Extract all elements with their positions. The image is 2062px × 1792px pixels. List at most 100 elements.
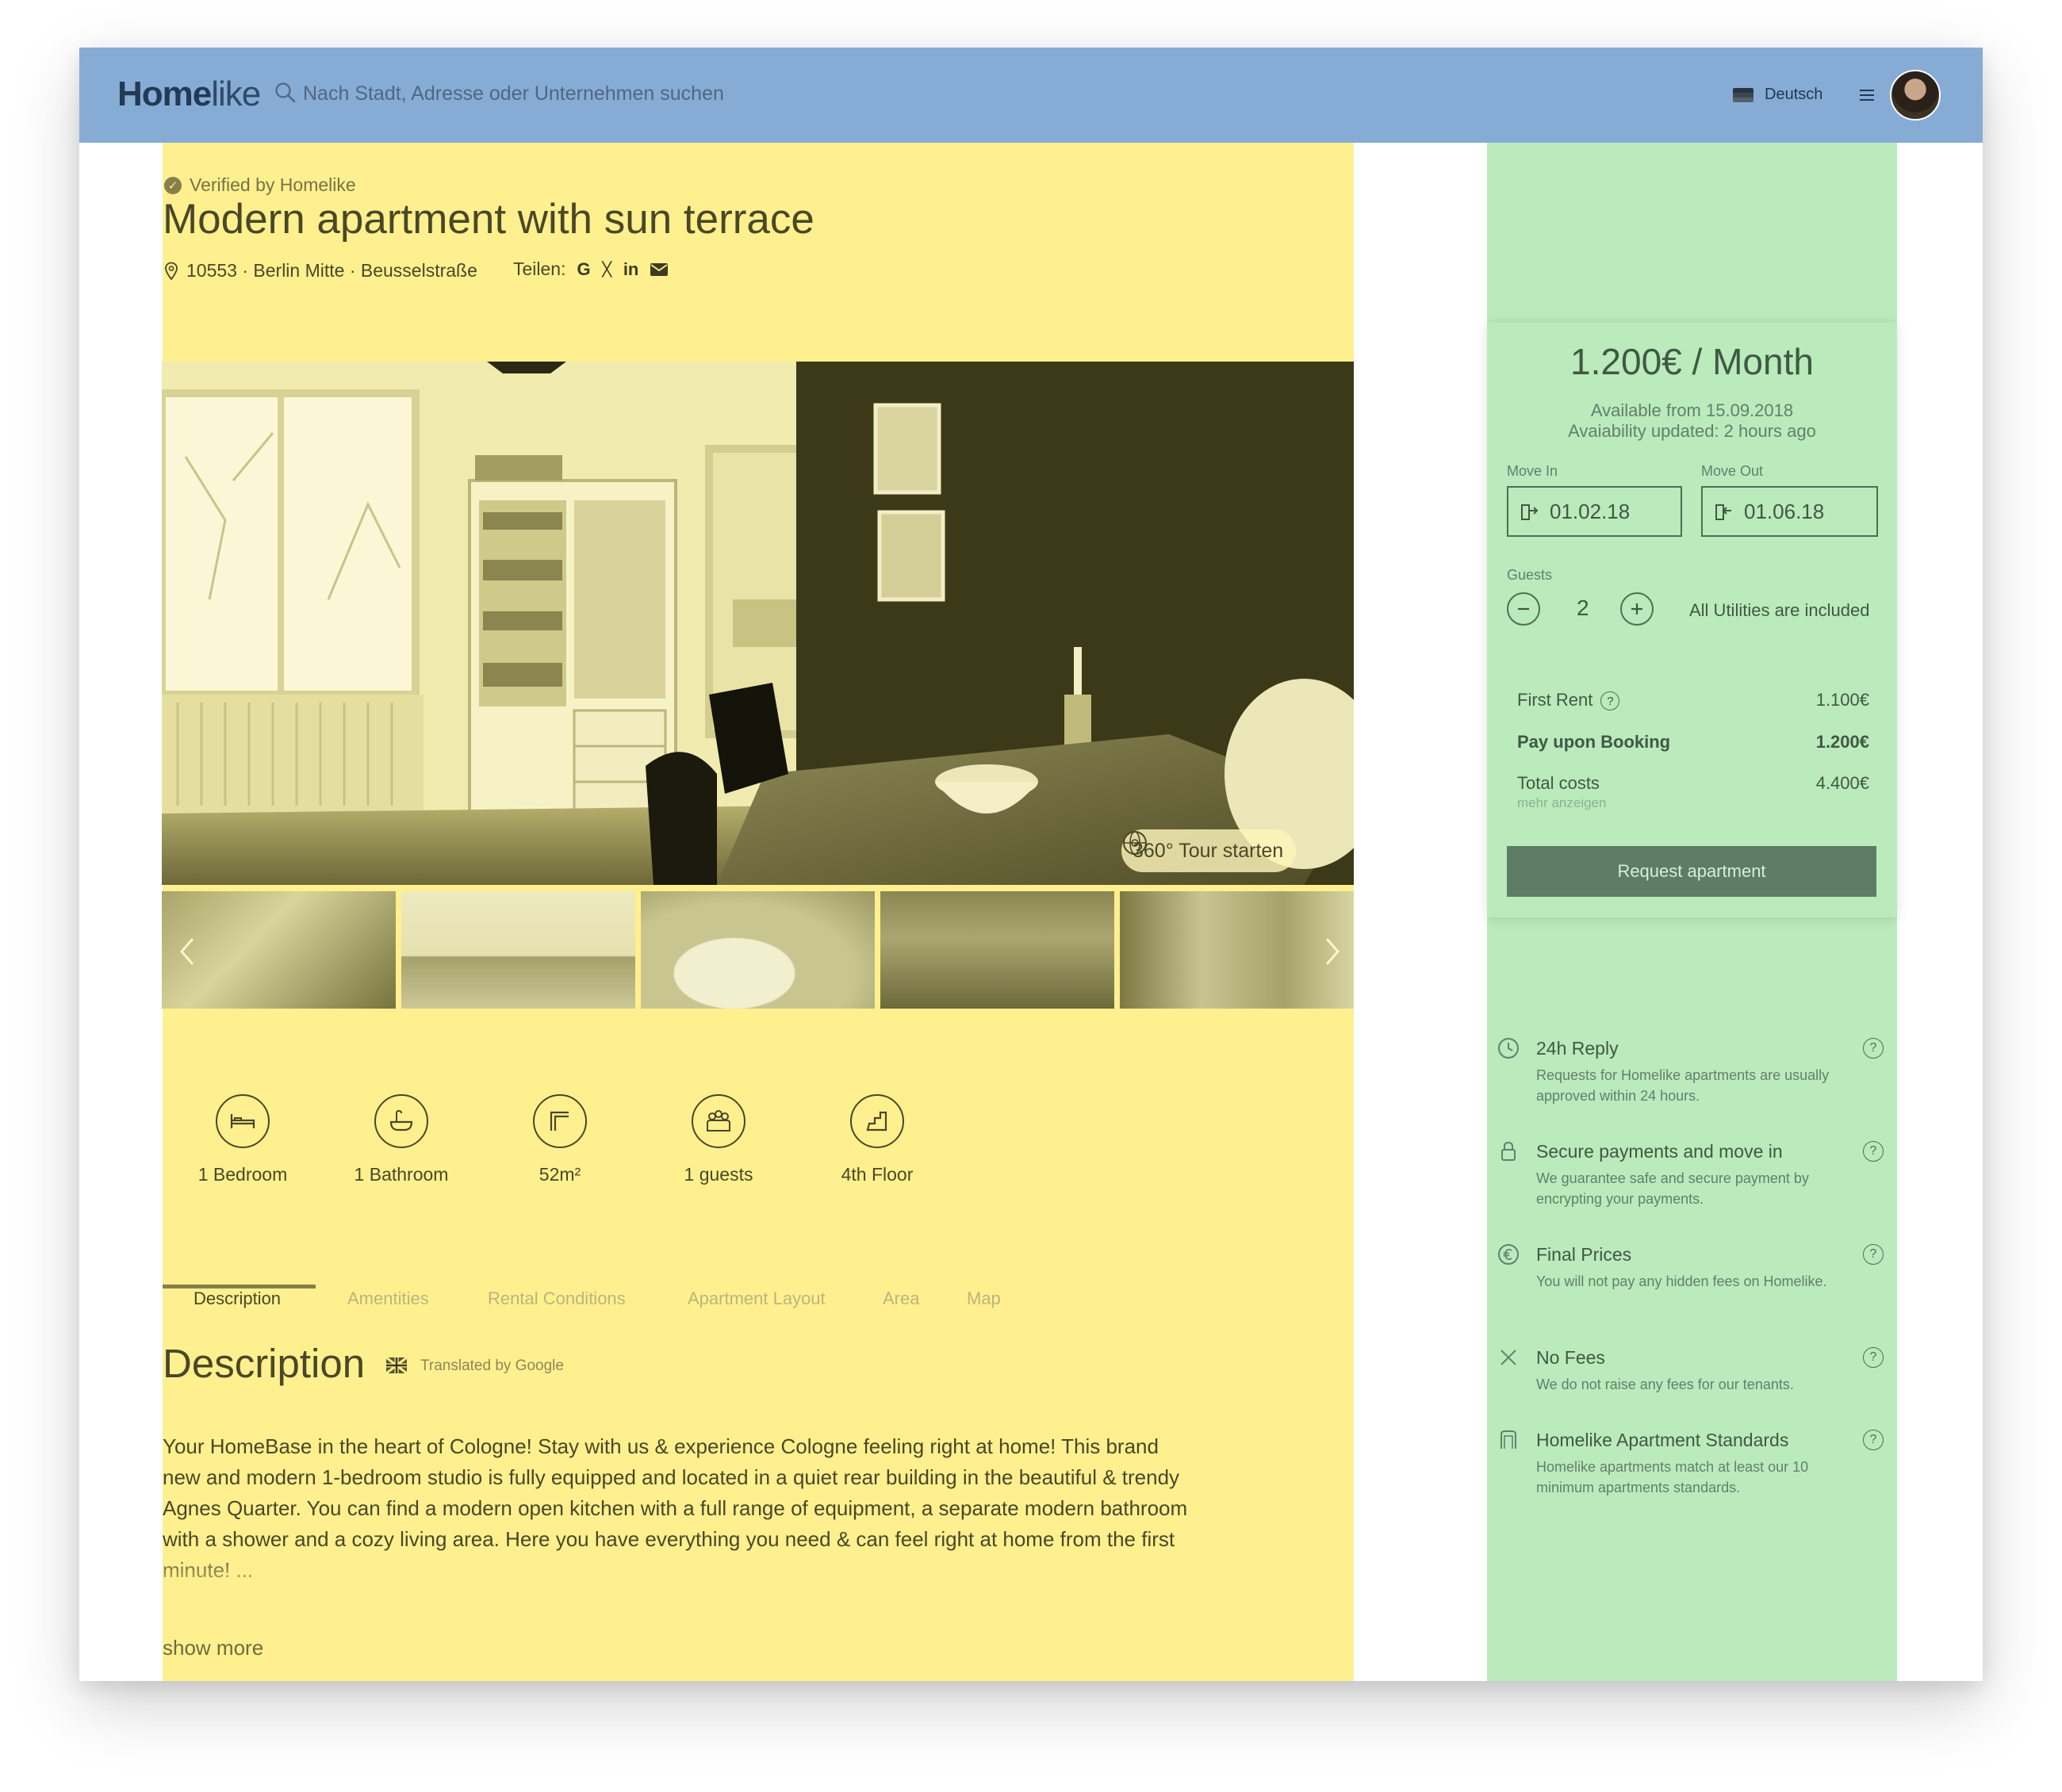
thumbnail[interactable] [1120, 891, 1354, 1009]
perk-description: You will not pay any hidden fees on Home… [1536, 1273, 1827, 1289]
help-icon[interactable]: ? [1600, 691, 1620, 711]
perk-title: 24h Reply [1536, 1038, 1619, 1059]
door-icon [1501, 1430, 1516, 1449]
clock-icon [1498, 1038, 1519, 1059]
tab-amenities[interactable]: Amentities [347, 1288, 429, 1309]
perk-description: Homelike apartments match at least our 1… [1536, 1459, 1809, 1495]
language-selector[interactable]: Deutsch [1733, 86, 1822, 104]
google-share-icon[interactable]: G [577, 259, 590, 280]
move-in-value: 01.02.18 [1550, 499, 1631, 523]
perk-title: Secure payments and move in [1536, 1141, 1783, 1162]
thumbnail[interactable] [641, 891, 875, 1009]
plus-icon [1631, 603, 1642, 615]
feature-bathroom: 1 Bathroom [338, 1094, 465, 1185]
price: 1.200€ / Month [1570, 341, 1814, 382]
guests-label: Guests [1507, 567, 1553, 583]
xing-share-icon[interactable]: ᚷ [602, 259, 612, 280]
address-text: 10553 · Berlin Mitte · Beusselstraße [186, 260, 477, 281]
first-rent-value: 1.100€ [1815, 690, 1869, 710]
utilities-note: All Utilities are included [1689, 600, 1870, 620]
tab-description[interactable]: Description [194, 1288, 281, 1309]
tour-label: 360° Tour starten [1133, 839, 1284, 862]
area-icon [533, 1094, 587, 1148]
email-share-icon[interactable] [650, 262, 669, 277]
thumbnail[interactable] [401, 891, 635, 1009]
help-icon[interactable]: ? [1863, 1038, 1884, 1059]
move-out-label: Move Out [1701, 463, 1764, 479]
verified-label: Verified by Homelike [190, 174, 356, 195]
german-flag-icon [1733, 87, 1753, 102]
stairs-icon [850, 1094, 904, 1148]
total-costs-row: Total costs 4.400€ [1517, 773, 1869, 794]
thumbnail[interactable] [880, 891, 1114, 1009]
help-icon[interactable]: ? [1863, 1347, 1884, 1368]
location-pin-icon [165, 262, 178, 280]
available-from: Available from 15.09.2018 [1590, 400, 1794, 420]
help-icon[interactable]: ? [1863, 1141, 1884, 1162]
show-more-link[interactable]: show more [163, 1636, 263, 1660]
photo-thumbnails [162, 891, 1354, 1009]
minus-icon [1518, 607, 1529, 611]
feature-label: 1 Bathroom [354, 1164, 449, 1185]
feature-label: 1 guests [684, 1164, 753, 1185]
total-costs-label: Total costs [1517, 773, 1600, 793]
move-in-field[interactable]: 01.02.18 [1507, 486, 1682, 537]
request-apartment-button[interactable]: Request apartment [1507, 846, 1876, 897]
perk-title: Final Prices [1536, 1244, 1632, 1265]
360-tour-button[interactable]: 360° Tour starten [1121, 829, 1297, 872]
checkmark-icon: ✓ [164, 176, 182, 194]
booking-sidebar: 1.200€ / Month Available from 15.09.2018… [1487, 143, 1897, 1681]
help-icon[interactable]: ? [1863, 1430, 1884, 1450]
app-window: Homelike Deutsch ✓ Verified by Homelike … [79, 48, 1983, 1681]
homelike-logo[interactable]: Homelike [117, 75, 261, 114]
language-label: Deutsch [1765, 86, 1823, 103]
linkedin-share-icon[interactable]: in [623, 259, 639, 280]
guest-count: 2 [1577, 595, 1589, 620]
listing-title: Modern apartment with sun terrace [163, 196, 814, 243]
booking-card: 1.200€ / Month Available from 15.09.2018… [1487, 323, 1897, 917]
tab-map[interactable]: Map [967, 1288, 1001, 1309]
perk-description: We guarantee safe and secure payment by … [1536, 1170, 1809, 1207]
share-bar: Teilen: G ᚷ in [513, 258, 669, 280]
translated-by-google: Translated by Google [420, 1357, 564, 1374]
chevron-right-icon[interactable] [1320, 936, 1344, 967]
search-icon [275, 82, 296, 103]
pay-upon-booking-row: Pay upon Booking 1.200€ [1517, 732, 1869, 752]
description-heading: Description [163, 1341, 366, 1386]
share-label: Teilen: [513, 258, 566, 279]
move-out-field[interactable]: 01.06.18 [1701, 486, 1878, 537]
perk-title: No Fees [1536, 1347, 1605, 1368]
globe-360-icon [1123, 831, 1147, 855]
euro-icon [1498, 1244, 1519, 1265]
feature-label: 52m² [538, 1164, 581, 1185]
logo-text-bold: Home [117, 75, 212, 113]
perk-description: We do not raise any fees for our tenants… [1536, 1377, 1794, 1392]
decrease-guests-button[interactable] [1507, 592, 1540, 626]
increase-guests-button[interactable] [1620, 592, 1654, 626]
hamburger-menu-icon[interactable] [1858, 87, 1876, 103]
top-navigation-bar: Homelike Deutsch [79, 48, 1983, 143]
listing-address: 10553 · Berlin Mitte · Beusselstraße [164, 260, 477, 281]
show-more-costs-link[interactable]: mehr anzeigen [1517, 795, 1606, 811]
logo-text-light: like [211, 75, 261, 113]
x-icon [1501, 1350, 1516, 1365]
description-text: Your HomeBase in the heart of Cologne! S… [163, 1434, 1188, 1582]
tab-apartment-layout[interactable]: Apartment Layout [688, 1288, 826, 1309]
search-input[interactable] [303, 76, 858, 111]
active-tab-indicator [163, 1285, 316, 1288]
feature-bedroom: 1 Bedroom [179, 1094, 306, 1185]
first-rent-label: First Rent [1517, 690, 1593, 710]
verified-badge: ✓ Verified by Homelike [164, 174, 356, 196]
help-icon[interactable]: ? [1863, 1244, 1884, 1265]
feature-label: 4th Floor [841, 1164, 914, 1185]
chevron-left-icon[interactable] [175, 936, 199, 967]
apartment-photo[interactable]: 360° Tour starten [162, 362, 1354, 885]
tab-area[interactable]: Area [883, 1288, 919, 1309]
availability-updated: Avaiability updated: 2 hours ago [1568, 421, 1816, 441]
move-out-value: 01.06.18 [1744, 499, 1825, 523]
apartment-photo-illustration [162, 362, 1354, 885]
user-avatar[interactable] [1890, 70, 1941, 121]
bathtub-icon [374, 1094, 428, 1148]
move-in-icon [1521, 504, 1539, 520]
tab-rental-conditions[interactable]: Rental Conditions [488, 1288, 626, 1309]
